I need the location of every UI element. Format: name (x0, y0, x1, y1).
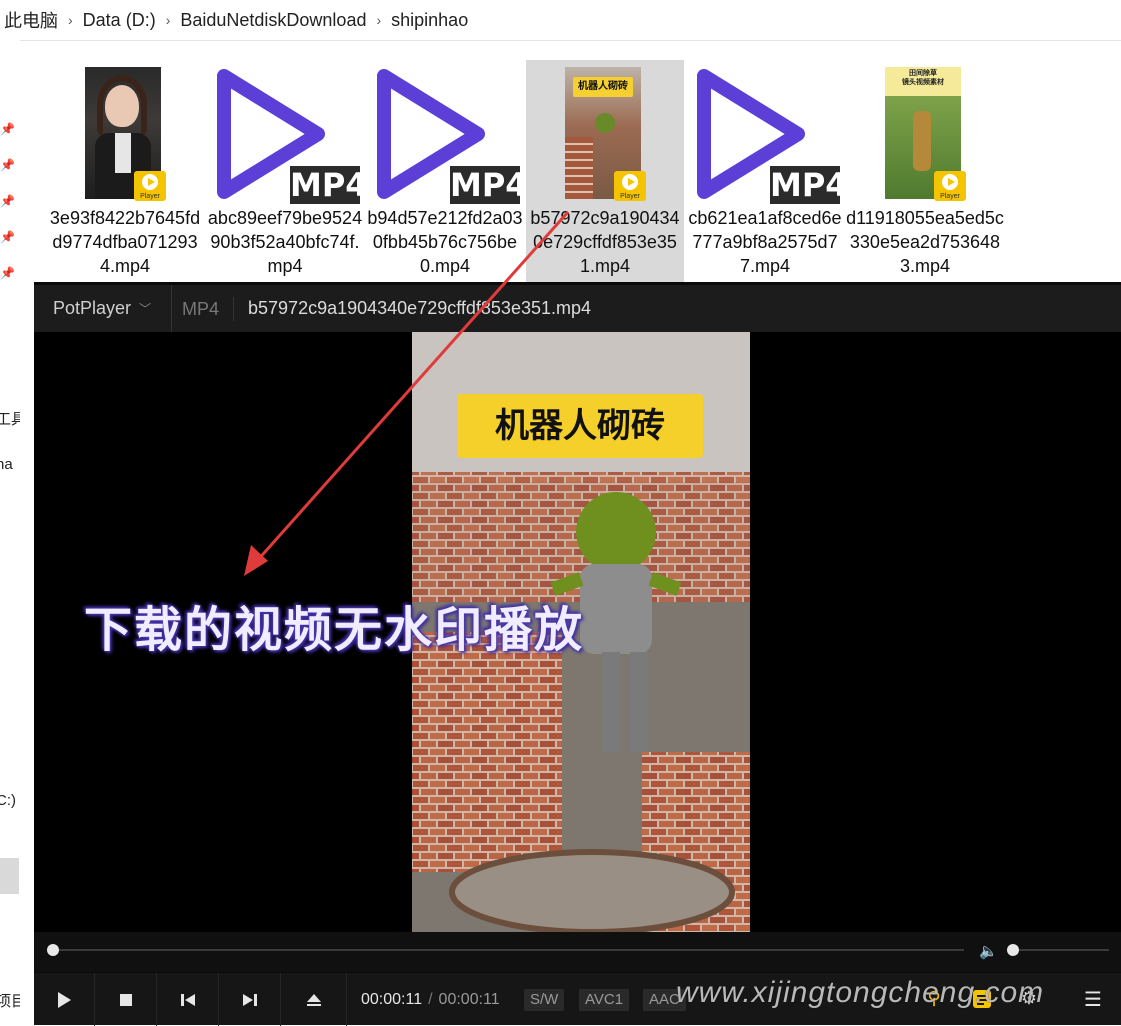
next-button[interactable] (220, 973, 281, 1026)
file-item[interactable]: Player 3e93f8422b7645fdd9774dfba0712934.… (46, 60, 204, 282)
file-item[interactable]: MP4 abc89eef79be952490b3f52a40bfc74f.mp4 (206, 60, 368, 282)
chevron-down-icon: ﹀ (139, 302, 152, 316)
navigation-pane: 📌 📌 📌 📌 📌 工具 na C:) 项目 (0, 40, 20, 1025)
file-thumbnail: MP4 (366, 60, 528, 208)
nav-item-drive-c[interactable]: C:) (0, 792, 16, 809)
menu-icon[interactable]: ☰ (1080, 986, 1106, 1012)
volume-icon[interactable]: 🔈 (979, 942, 998, 960)
file-thumbnail: 机器人砌砖 Player (526, 60, 684, 208)
file-item[interactable]: MP4 b94d57e212fd2a030fbb45b76c756be0.mp4 (366, 60, 528, 282)
current-time: 00:00:11 (361, 991, 423, 1008)
breadcrumb-this-pc[interactable]: 此电脑 (0, 7, 62, 33)
nav-item-na[interactable]: na (0, 456, 13, 473)
total-time: 00:00:11 (438, 991, 500, 1008)
player-badge-icon: Player (134, 171, 166, 201)
pin-icon: 📌 (0, 266, 15, 280)
seek-handle[interactable] (47, 944, 59, 956)
player-badge-icon: Player (934, 171, 966, 201)
file-name: b57972c9a1904340e729cffdf853e351.mp4 (530, 208, 680, 276)
nav-item-tools[interactable]: 工具 (0, 408, 20, 429)
site-watermark: www.xijingtongcheng.com (676, 976, 1045, 1009)
pin-icon: 📌 (0, 158, 15, 172)
pin-icon: 📌 (0, 122, 15, 136)
chevron-right-icon: › (376, 12, 382, 28)
breadcrumb-baidu[interactable]: BaiduNetdiskDownload (176, 10, 370, 31)
file-name: d11918055ea5ed5c330e5ea2d7536483.mp4 (846, 208, 1004, 276)
file-list: Player 3e93f8422b7645fdd9774dfba0712934.… (46, 60, 1121, 282)
seek-bar-area[interactable]: 🔈 (34, 932, 1121, 972)
nav-item-project[interactable]: 项目 (0, 990, 20, 1011)
player-badge-icon: Player (614, 171, 646, 201)
file-name: 3e93f8422b7645fdd9774dfba0712934.mp4 (49, 208, 201, 276)
file-name: cb621ea1af8ced6e777a9bf8a2575d77.mp4 (688, 208, 842, 276)
time-separator: / (428, 991, 433, 1008)
file-thumbnail: Player (46, 60, 204, 208)
pin-icon: 📌 (0, 194, 15, 208)
address-bar[interactable]: 此电脑 › Data (D:) › BaiduNetdiskDownload ›… (0, 0, 1121, 41)
file-name: abc89eef79be952490b3f52a40bfc74f.mp4 (207, 208, 363, 276)
stop-button[interactable] (96, 973, 157, 1026)
annotation-caption: 下载的视频无水印播放 (84, 602, 585, 658)
play-icon (58, 992, 71, 1008)
player-title-bar[interactable]: PotPlayer ﹀ MP4 b57972c9a1904340e729cffd… (34, 282, 1121, 332)
mp4-label: MP4 (290, 166, 368, 204)
potplayer-window[interactable]: PotPlayer ﹀ MP4 b57972c9a1904340e729cffd… (34, 282, 1121, 1026)
video-title-banner: 机器人砌砖 (457, 394, 703, 458)
volume-track[interactable] (1013, 949, 1109, 951)
eject-icon (307, 994, 321, 1006)
seek-track[interactable] (52, 949, 964, 951)
time-display: 00:00:11 / 00:00:11 (361, 973, 500, 1026)
player-brand: PotPlayer (53, 298, 132, 318)
file-thumbnail: MP4 (206, 60, 368, 208)
mp4-label: MP4 (770, 166, 848, 204)
pin-icon: 📌 (0, 230, 15, 244)
video-codec-tag[interactable]: AVC1 (579, 989, 630, 1011)
sw-decoder-tag[interactable]: S/W (524, 989, 565, 1011)
file-item-selected[interactable]: 机器人砌砖 Player b57972c9a1904340e729cffdf85… (526, 60, 684, 282)
skip-back-icon (181, 994, 195, 1006)
eject-button[interactable] (282, 973, 347, 1026)
potplayer-menu-button[interactable]: PotPlayer ﹀ (34, 285, 172, 332)
breadcrumb-drive-d[interactable]: Data (D:) (79, 10, 160, 31)
playing-filename: b57972c9a1904340e729cffdf853e351.mp4 (248, 298, 591, 318)
skip-forward-icon (243, 994, 257, 1006)
file-item[interactable]: 田间除草 镜头视频素材 Player d11918055ea5ed5c330e5… (846, 60, 1004, 282)
breadcrumb-shipinhao[interactable]: shipinhao (387, 10, 472, 31)
chevron-right-icon: › (165, 12, 171, 28)
file-thumbnail: MP4 (686, 60, 848, 208)
mp4-label: MP4 (450, 166, 528, 204)
volume-handle[interactable] (1007, 944, 1019, 956)
play-button[interactable] (34, 973, 95, 1026)
chevron-right-icon: › (68, 12, 73, 28)
previous-button[interactable] (158, 973, 219, 1026)
file-name: b94d57e212fd2a030fbb45b76c756be0.mp4 (367, 208, 523, 276)
file-item[interactable]: MP4 cb621ea1af8ced6e777a9bf8a2575d77.mp4 (686, 60, 848, 282)
format-label: MP4 (172, 296, 235, 321)
stop-icon (120, 994, 132, 1006)
file-thumbnail: 田间除草 镜头视频素材 Player (846, 60, 1004, 208)
nav-selected-item[interactable] (0, 858, 19, 894)
